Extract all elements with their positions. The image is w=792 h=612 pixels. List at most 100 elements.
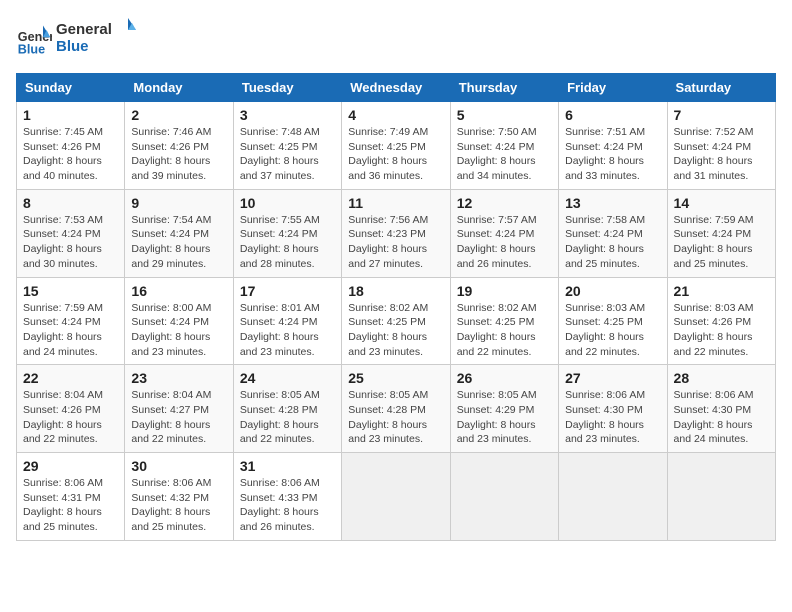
day-info: Sunrise: 7:55 AM Sunset: 4:24 PM Dayligh…: [240, 213, 335, 272]
day-cell: 28 Sunrise: 8:06 AM Sunset: 4:30 PM Dayl…: [667, 365, 775, 453]
header: General Blue General Blue: [16, 16, 776, 61]
day-cell: 18 Sunrise: 8:02 AM Sunset: 4:25 PM Dayl…: [342, 277, 450, 365]
day-info: Sunrise: 8:05 AM Sunset: 4:28 PM Dayligh…: [240, 388, 335, 447]
day-number: 1: [23, 107, 118, 123]
day-number: 15: [23, 283, 118, 299]
day-cell: 30 Sunrise: 8:06 AM Sunset: 4:32 PM Dayl…: [125, 453, 233, 541]
day-number: 26: [457, 370, 552, 386]
day-cell: 6 Sunrise: 7:51 AM Sunset: 4:24 PM Dayli…: [559, 102, 667, 190]
day-cell: 26 Sunrise: 8:05 AM Sunset: 4:29 PM Dayl…: [450, 365, 558, 453]
header-cell-sunday: Sunday: [17, 74, 125, 102]
day-number: 20: [565, 283, 660, 299]
day-cell: 10 Sunrise: 7:55 AM Sunset: 4:24 PM Dayl…: [233, 189, 341, 277]
day-number: 11: [348, 195, 443, 211]
day-info: Sunrise: 7:45 AM Sunset: 4:26 PM Dayligh…: [23, 125, 118, 184]
day-info: Sunrise: 7:51 AM Sunset: 4:24 PM Dayligh…: [565, 125, 660, 184]
day-number: 8: [23, 195, 118, 211]
day-info: Sunrise: 8:06 AM Sunset: 4:33 PM Dayligh…: [240, 476, 335, 535]
day-number: 21: [674, 283, 769, 299]
day-cell: 11 Sunrise: 7:56 AM Sunset: 4:23 PM Dayl…: [342, 189, 450, 277]
day-cell: 3 Sunrise: 7:48 AM Sunset: 4:25 PM Dayli…: [233, 102, 341, 190]
day-number: 25: [348, 370, 443, 386]
day-number: 10: [240, 195, 335, 211]
day-cell: 15 Sunrise: 7:59 AM Sunset: 4:24 PM Dayl…: [17, 277, 125, 365]
header-cell-saturday: Saturday: [667, 74, 775, 102]
day-info: Sunrise: 7:49 AM Sunset: 4:25 PM Dayligh…: [348, 125, 443, 184]
week-row-5: 29 Sunrise: 8:06 AM Sunset: 4:31 PM Dayl…: [17, 453, 776, 541]
week-row-2: 8 Sunrise: 7:53 AM Sunset: 4:24 PM Dayli…: [17, 189, 776, 277]
day-number: 5: [457, 107, 552, 123]
day-cell: [450, 453, 558, 541]
day-cell: [667, 453, 775, 541]
day-cell: 4 Sunrise: 7:49 AM Sunset: 4:25 PM Dayli…: [342, 102, 450, 190]
day-number: 29: [23, 458, 118, 474]
svg-text:Blue: Blue: [18, 42, 45, 56]
day-number: 18: [348, 283, 443, 299]
day-info: Sunrise: 8:05 AM Sunset: 4:29 PM Dayligh…: [457, 388, 552, 447]
day-number: 3: [240, 107, 335, 123]
logo-icon: General Blue: [16, 21, 52, 57]
day-number: 19: [457, 283, 552, 299]
day-number: 16: [131, 283, 226, 299]
day-info: Sunrise: 8:04 AM Sunset: 4:26 PM Dayligh…: [23, 388, 118, 447]
logo-svg: General Blue: [56, 16, 136, 56]
day-info: Sunrise: 7:50 AM Sunset: 4:24 PM Dayligh…: [457, 125, 552, 184]
day-info: Sunrise: 8:02 AM Sunset: 4:25 PM Dayligh…: [457, 301, 552, 360]
day-cell: 23 Sunrise: 8:04 AM Sunset: 4:27 PM Dayl…: [125, 365, 233, 453]
week-row-1: 1 Sunrise: 7:45 AM Sunset: 4:26 PM Dayli…: [17, 102, 776, 190]
day-cell: 22 Sunrise: 8:04 AM Sunset: 4:26 PM Dayl…: [17, 365, 125, 453]
day-cell: 13 Sunrise: 7:58 AM Sunset: 4:24 PM Dayl…: [559, 189, 667, 277]
day-number: 9: [131, 195, 226, 211]
day-number: 31: [240, 458, 335, 474]
day-cell: [342, 453, 450, 541]
day-info: Sunrise: 7:57 AM Sunset: 4:24 PM Dayligh…: [457, 213, 552, 272]
day-info: Sunrise: 7:53 AM Sunset: 4:24 PM Dayligh…: [23, 213, 118, 272]
day-cell: 19 Sunrise: 8:02 AM Sunset: 4:25 PM Dayl…: [450, 277, 558, 365]
day-info: Sunrise: 7:59 AM Sunset: 4:24 PM Dayligh…: [674, 213, 769, 272]
day-number: 13: [565, 195, 660, 211]
day-cell: 9 Sunrise: 7:54 AM Sunset: 4:24 PM Dayli…: [125, 189, 233, 277]
day-cell: 1 Sunrise: 7:45 AM Sunset: 4:26 PM Dayli…: [17, 102, 125, 190]
day-cell: 8 Sunrise: 7:53 AM Sunset: 4:24 PM Dayli…: [17, 189, 125, 277]
day-cell: [559, 453, 667, 541]
day-number: 22: [23, 370, 118, 386]
day-number: 28: [674, 370, 769, 386]
day-cell: 5 Sunrise: 7:50 AM Sunset: 4:24 PM Dayli…: [450, 102, 558, 190]
header-cell-tuesday: Tuesday: [233, 74, 341, 102]
day-info: Sunrise: 8:06 AM Sunset: 4:32 PM Dayligh…: [131, 476, 226, 535]
day-number: 4: [348, 107, 443, 123]
header-cell-friday: Friday: [559, 74, 667, 102]
day-info: Sunrise: 7:58 AM Sunset: 4:24 PM Dayligh…: [565, 213, 660, 272]
day-number: 6: [565, 107, 660, 123]
day-number: 17: [240, 283, 335, 299]
day-cell: 31 Sunrise: 8:06 AM Sunset: 4:33 PM Dayl…: [233, 453, 341, 541]
header-cell-monday: Monday: [125, 74, 233, 102]
day-cell: 12 Sunrise: 7:57 AM Sunset: 4:24 PM Dayl…: [450, 189, 558, 277]
day-info: Sunrise: 8:00 AM Sunset: 4:24 PM Dayligh…: [131, 301, 226, 360]
day-cell: 24 Sunrise: 8:05 AM Sunset: 4:28 PM Dayl…: [233, 365, 341, 453]
day-info: Sunrise: 7:48 AM Sunset: 4:25 PM Dayligh…: [240, 125, 335, 184]
day-info: Sunrise: 8:03 AM Sunset: 4:25 PM Dayligh…: [565, 301, 660, 360]
day-info: Sunrise: 7:46 AM Sunset: 4:26 PM Dayligh…: [131, 125, 226, 184]
day-cell: 20 Sunrise: 8:03 AM Sunset: 4:25 PM Dayl…: [559, 277, 667, 365]
day-cell: 14 Sunrise: 7:59 AM Sunset: 4:24 PM Dayl…: [667, 189, 775, 277]
day-info: Sunrise: 8:06 AM Sunset: 4:31 PM Dayligh…: [23, 476, 118, 535]
day-number: 14: [674, 195, 769, 211]
day-info: Sunrise: 7:54 AM Sunset: 4:24 PM Dayligh…: [131, 213, 226, 272]
week-row-4: 22 Sunrise: 8:04 AM Sunset: 4:26 PM Dayl…: [17, 365, 776, 453]
day-info: Sunrise: 8:06 AM Sunset: 4:30 PM Dayligh…: [674, 388, 769, 447]
day-info: Sunrise: 8:03 AM Sunset: 4:26 PM Dayligh…: [674, 301, 769, 360]
day-cell: 7 Sunrise: 7:52 AM Sunset: 4:24 PM Dayli…: [667, 102, 775, 190]
header-cell-thursday: Thursday: [450, 74, 558, 102]
day-info: Sunrise: 7:59 AM Sunset: 4:24 PM Dayligh…: [23, 301, 118, 360]
day-number: 27: [565, 370, 660, 386]
day-cell: 17 Sunrise: 8:01 AM Sunset: 4:24 PM Dayl…: [233, 277, 341, 365]
day-info: Sunrise: 8:02 AM Sunset: 4:25 PM Dayligh…: [348, 301, 443, 360]
day-cell: 2 Sunrise: 7:46 AM Sunset: 4:26 PM Dayli…: [125, 102, 233, 190]
calendar-header: SundayMondayTuesdayWednesdayThursdayFrid…: [17, 74, 776, 102]
day-info: Sunrise: 8:04 AM Sunset: 4:27 PM Dayligh…: [131, 388, 226, 447]
day-cell: 21 Sunrise: 8:03 AM Sunset: 4:26 PM Dayl…: [667, 277, 775, 365]
day-cell: 29 Sunrise: 8:06 AM Sunset: 4:31 PM Dayl…: [17, 453, 125, 541]
day-cell: 27 Sunrise: 8:06 AM Sunset: 4:30 PM Dayl…: [559, 365, 667, 453]
day-cell: 16 Sunrise: 8:00 AM Sunset: 4:24 PM Dayl…: [125, 277, 233, 365]
